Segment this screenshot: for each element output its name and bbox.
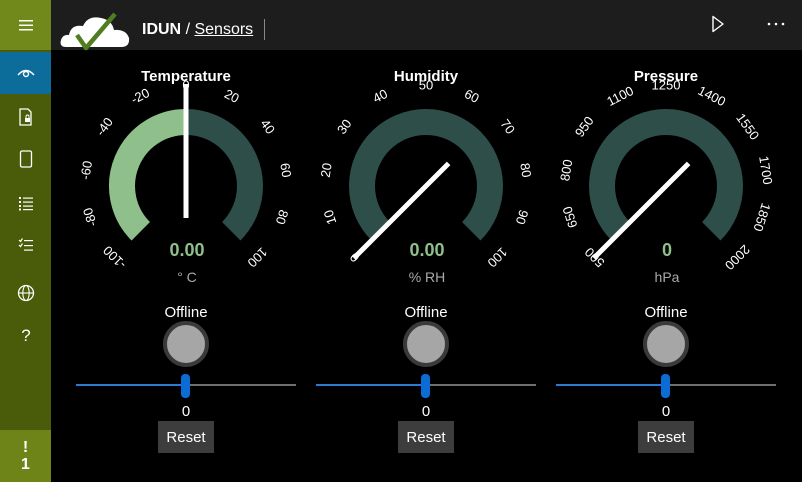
gauge-tick-label: 1850 [750, 201, 773, 233]
gauge-tick-label: 70 [497, 116, 518, 137]
slider-thumb[interactable] [181, 374, 190, 398]
status-label-pressure: Offline [644, 304, 688, 321]
gauge-tick-label: -100 [100, 243, 129, 272]
gauge-tick-label: 2000 [722, 242, 753, 273]
gauge-tick-label: 1400 [696, 83, 729, 109]
gauge-tick-label: 40 [370, 86, 390, 106]
gauge-tick-label: -80 [80, 206, 100, 229]
gauge-tick-label: 650 [559, 205, 580, 230]
status-label-humidity: Offline [404, 304, 448, 321]
gauge-tick-label: 1100 [604, 83, 636, 109]
gauge-tick-label: 1550 [733, 111, 762, 143]
gauge-tick-label: -40 [93, 115, 116, 139]
reset-button-temperature[interactable]: Reset [158, 421, 214, 453]
gauge-tick-label: -60 [77, 160, 95, 181]
gauge-tick-label: 60 [462, 86, 482, 106]
slider-pressure[interactable] [556, 372, 776, 400]
gauge-tick-label: 950 [572, 113, 597, 139]
gauge-tick-label: 100 [484, 244, 510, 270]
slider-temperature[interactable] [76, 372, 296, 400]
gauge-track-humidity [349, 109, 503, 241]
gauge-tick-label: 30 [334, 116, 355, 137]
gauge-value-pressure: 0 [662, 240, 672, 260]
status-led-temperature [163, 321, 209, 367]
gauge-tick-label: 80 [517, 162, 534, 179]
gauge-tick-label: -20 [128, 85, 152, 107]
gauge-fill-temperature [109, 109, 187, 241]
reset-button-pressure[interactable]: Reset [638, 421, 694, 453]
slider-track-empty [186, 384, 296, 386]
gauge-value-temperature: 0.00 [169, 240, 204, 260]
slider-humidity[interactable] [316, 372, 536, 400]
slider-track-empty [666, 384, 776, 386]
reset-button-humidity[interactable]: Reset [398, 421, 454, 453]
status-label-temperature: Offline [164, 304, 208, 321]
gauge-unit-pressure: hPa [655, 269, 680, 285]
gauge-value-humidity: 0.00 [409, 240, 444, 260]
slider-value-humidity: 0 [421, 403, 431, 420]
gauge-title-pressure: Pressure [633, 68, 699, 85]
gauge-tick-label: 800 [557, 158, 575, 182]
slider-value-pressure: 0 [661, 403, 671, 420]
gauge-track-pressure [589, 109, 743, 241]
gauge-tick-label: 90 [513, 208, 532, 226]
gauge-tick-label: 60 [277, 162, 294, 179]
gauge-title-humidity: Humidity [393, 68, 459, 85]
slider-track-filled [556, 384, 666, 386]
gauge-unit-temperature: ° C [177, 269, 197, 285]
slider-thumb[interactable] [421, 374, 430, 398]
gauge-tick-label: 1700 [756, 155, 775, 186]
slider-track-empty [426, 384, 536, 386]
gauge-tick-label: 20 [222, 86, 242, 106]
gauge-tick-label: 20 [318, 162, 335, 179]
status-led-humidity [403, 321, 449, 367]
gauge-tick-label: 40 [257, 116, 278, 137]
gauge-title-temperature: Temperature [141, 68, 231, 85]
slider-value-temperature: 0 [181, 403, 191, 420]
gauge-tick-label: 100 [244, 244, 270, 270]
status-led-pressure [643, 321, 689, 367]
gauge-tick-label: 80 [273, 208, 292, 226]
slider-thumb[interactable] [661, 374, 670, 398]
gauge-tick-label: 10 [321, 208, 340, 226]
gauge-unit-humidity: % RH [409, 269, 446, 285]
slider-track-filled [76, 384, 186, 386]
slider-track-filled [316, 384, 426, 386]
